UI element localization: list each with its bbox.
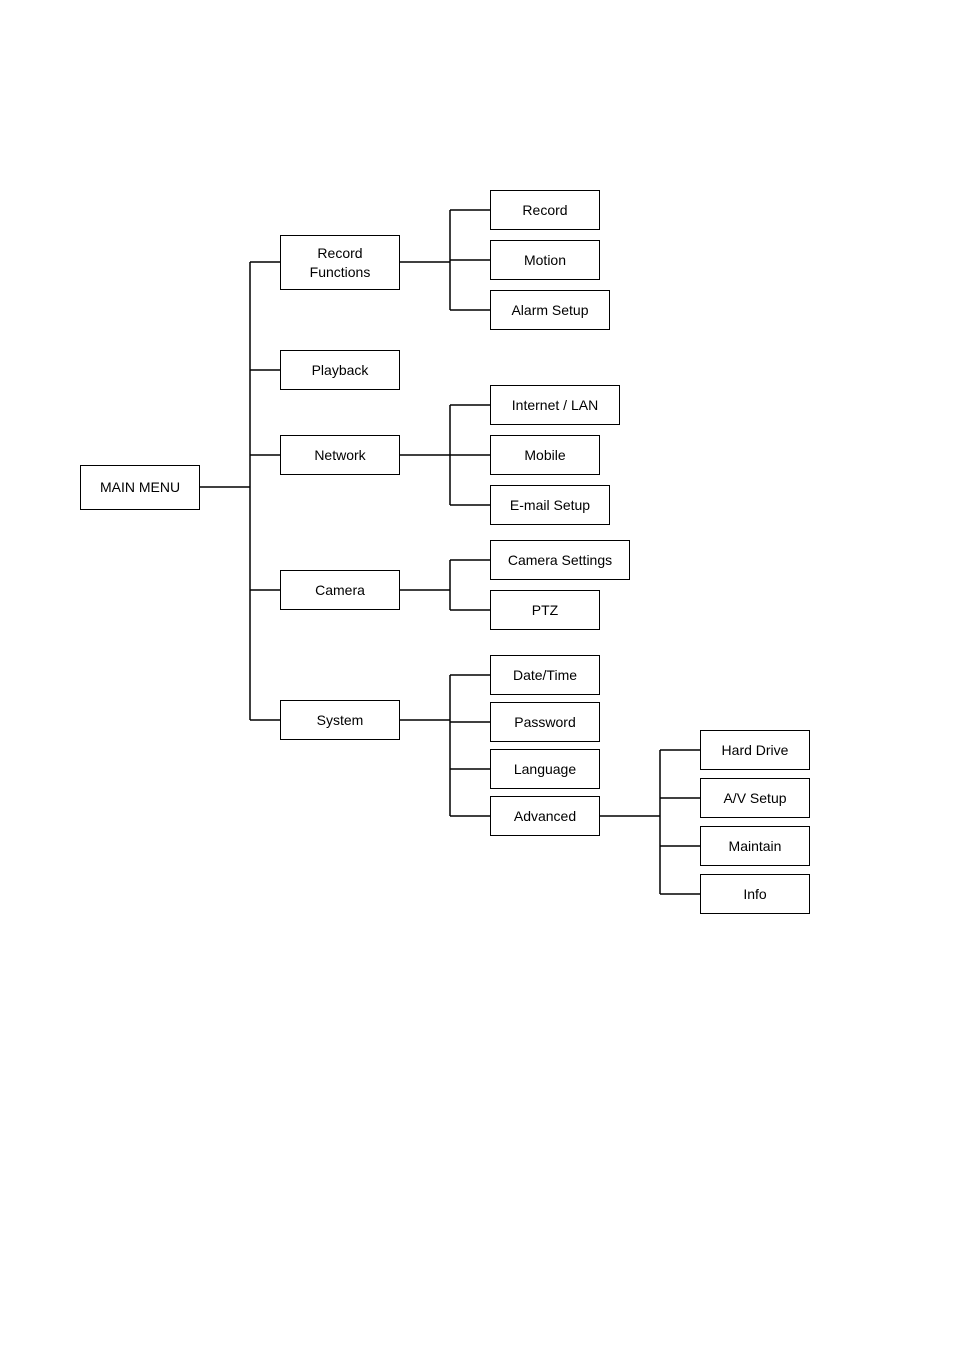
internet-lan-node: Internet / LAN: [490, 385, 620, 425]
motion-node: Motion: [490, 240, 600, 280]
password-node: Password: [490, 702, 600, 742]
record-functions-node: Record Functions: [280, 235, 400, 290]
menu-diagram: MAIN MENU Record Functions Playback Netw…: [60, 80, 920, 980]
mobile-node: Mobile: [490, 435, 600, 475]
camera-settings-node: Camera Settings: [490, 540, 630, 580]
record-node: Record: [490, 190, 600, 230]
av-setup-node: A/V Setup: [700, 778, 810, 818]
alarm-setup-node: Alarm Setup: [490, 290, 610, 330]
network-node: Network: [280, 435, 400, 475]
main-menu-node: MAIN MENU: [80, 465, 200, 510]
maintain-node: Maintain: [700, 826, 810, 866]
camera-node: Camera: [280, 570, 400, 610]
advanced-node: Advanced: [490, 796, 600, 836]
system-node: System: [280, 700, 400, 740]
datetime-node: Date/Time: [490, 655, 600, 695]
hard-drive-node: Hard Drive: [700, 730, 810, 770]
ptz-node: PTZ: [490, 590, 600, 630]
info-node: Info: [700, 874, 810, 914]
playback-node: Playback: [280, 350, 400, 390]
language-node: Language: [490, 749, 600, 789]
email-setup-node: E-mail Setup: [490, 485, 610, 525]
